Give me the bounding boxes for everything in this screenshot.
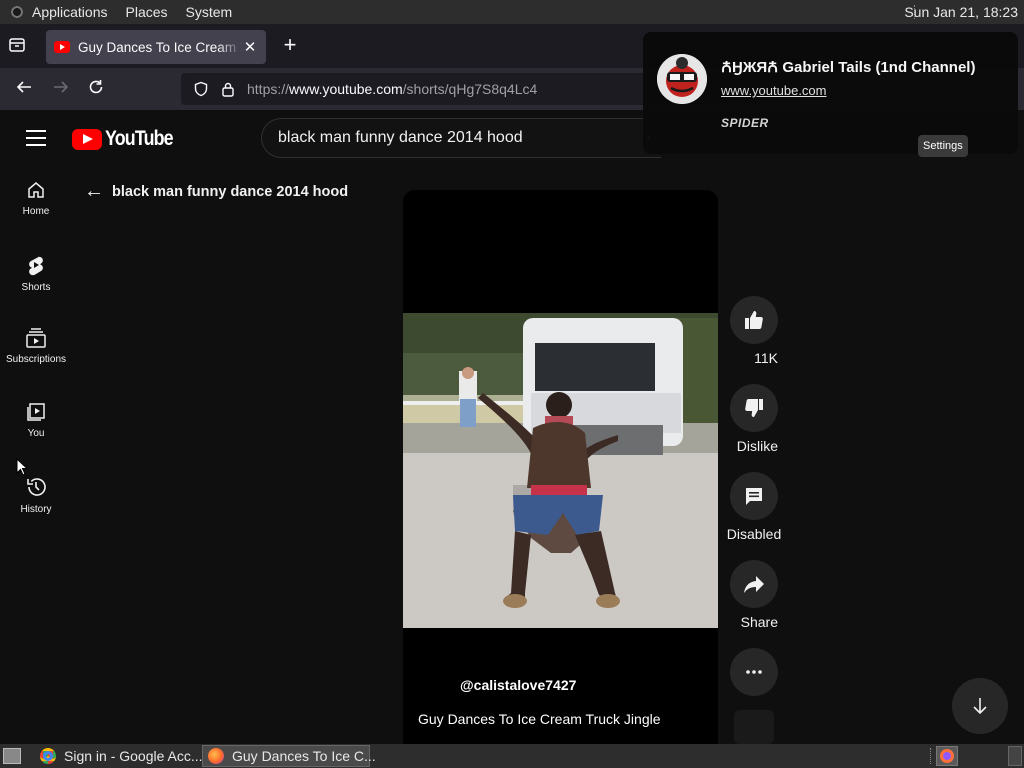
channel-handle[interactable]: @calistalove7427: [460, 677, 576, 693]
arrow-down-icon: [973, 698, 987, 715]
url-path: /shorts/qHg7S8q4Lc4: [402, 81, 538, 97]
comments-label: Disabled: [726, 526, 782, 542]
system-menu[interactable]: System: [186, 4, 233, 20]
home-icon: [28, 182, 44, 198]
mouse-cursor-icon: [16, 458, 28, 476]
places-menu[interactable]: Places: [126, 4, 168, 20]
shield-icon[interactable]: [193, 81, 209, 97]
more-actions-button[interactable]: [730, 648, 778, 702]
forward-button[interactable]: [50, 78, 72, 100]
history-icon: [27, 478, 46, 496]
guide-label: Home: [22, 206, 50, 217]
guide-item-shorts[interactable]: Shorts: [0, 240, 72, 314]
like-count: 11K: [754, 350, 778, 366]
reload-icon: [89, 80, 103, 94]
notification-link[interactable]: www.youtube.com: [721, 83, 827, 98]
close-tab-icon[interactable]: ✕: [242, 38, 258, 56]
search-input[interactable]: black man funny dance 2014 hood ›: [261, 118, 661, 158]
shorts-player[interactable]: @calistalove7427 Guy Dances To Ice Cream…: [403, 190, 718, 744]
sound-thumbnail[interactable]: [734, 710, 774, 744]
guide-item-home[interactable]: Home: [0, 166, 72, 240]
comment-icon: [746, 488, 762, 505]
task-label: Guy Dances To Ice C...: [232, 748, 376, 764]
shorts-icon: [29, 256, 43, 276]
more-horizontal-icon: [746, 670, 762, 674]
task-label: Sign in - Google Acc...: [64, 748, 203, 764]
youtube-page: YouTube black man funny dance 2014 hood …: [0, 110, 1024, 744]
firefox-view-button[interactable]: [8, 36, 28, 56]
shorts-back-row[interactable]: ← black man funny dance 2014 hood: [84, 180, 348, 203]
guide-label: Subscriptions: [5, 354, 67, 365]
next-short-button[interactable]: [952, 678, 1008, 734]
video-title[interactable]: Guy Dances To Ice Cream Truck Jingle: [418, 711, 661, 727]
guide-item-you[interactable]: You: [0, 388, 72, 462]
dislike-button[interactable]: Dislike: [730, 384, 778, 454]
like-button[interactable]: 11K: [730, 296, 778, 366]
taskbar-task-google-signin[interactable]: Sign in - Google Acc...: [34, 745, 203, 767]
comments-button[interactable]: Disabled: [726, 472, 782, 542]
tray-firefox-icon[interactable]: [936, 746, 958, 766]
share-label: Share: [740, 614, 778, 630]
guide-label: History: [20, 504, 52, 515]
tray-separator: [930, 748, 931, 764]
guide-label: You: [27, 428, 45, 439]
search-context-title: black man funny dance 2014 hood: [112, 183, 349, 200]
firefox-tray-icon: [940, 749, 954, 763]
thumbs-up-icon: [745, 311, 763, 329]
applications-menu[interactable]: Applications: [32, 4, 108, 20]
channel-avatar: [657, 54, 707, 104]
back-arrow-icon[interactable]: ←: [84, 180, 104, 203]
firefox-icon: [208, 748, 224, 764]
avatar-image: [657, 54, 707, 104]
bottom-taskbar: Sign in - Google Acc... Guy Dances To Ic…: [0, 744, 1024, 768]
reload-button[interactable]: [85, 78, 107, 100]
youtube-logo-text: YouTube: [105, 127, 174, 150]
dislike-label: Dislike: [736, 438, 778, 454]
guide-item-subscriptions[interactable]: Subscriptions: [0, 314, 72, 388]
share-icon: [744, 576, 764, 593]
back-arrow-icon: [16, 81, 31, 93]
menu-icon[interactable]: [26, 130, 46, 146]
youtube-favicon-icon: [54, 41, 70, 53]
url-host: www.youtube.com: [289, 81, 403, 97]
guide-item-history[interactable]: History: [0, 462, 72, 536]
clock[interactable]: Sun Jan 21, 18:23: [904, 4, 1018, 20]
browser-tab-active[interactable]: Guy Dances To Ice Cream Truck Jingle ✕: [46, 30, 266, 64]
youtube-play-icon: [72, 128, 102, 150]
search-query: black man funny dance 2014 hood: [278, 129, 523, 146]
guide-label: Shorts: [21, 282, 51, 293]
thumbs-down-icon: [745, 399, 763, 417]
chrome-icon: [40, 748, 56, 764]
show-desktop-button[interactable]: [3, 748, 21, 764]
you-icon: [27, 403, 45, 421]
top-panel: Applications Places System Sun Jan 21, 1…: [0, 0, 1024, 24]
tab-list-icon: [9, 38, 25, 52]
youtube-logo[interactable]: YouTube: [72, 127, 185, 151]
gnome-logo-icon[interactable]: [8, 3, 26, 21]
taskbar-task-youtube[interactable]: Guy Dances To Ice C...: [202, 745, 376, 767]
notification-title: ꙈӇЖЯꙈ Gabriel Tails (1nd Channel): [721, 59, 976, 76]
notification-label: SPIDER: [721, 116, 769, 130]
new-tab-button[interactable]: +: [280, 34, 300, 58]
lock-icon[interactable]: [221, 81, 235, 97]
workspace-switcher[interactable]: [1008, 746, 1022, 766]
video-frame[interactable]: [403, 313, 718, 628]
settings-tooltip: Settings: [918, 135, 968, 157]
back-button[interactable]: [13, 78, 35, 100]
url-scheme: https://: [247, 81, 290, 97]
subscriptions-icon: [26, 328, 46, 348]
video-still-image: [403, 313, 718, 628]
tab-title: Guy Dances To Ice Cream Truck Jingle: [78, 39, 242, 55]
share-button[interactable]: Share: [730, 560, 778, 630]
forward-arrow-icon: [54, 81, 69, 93]
